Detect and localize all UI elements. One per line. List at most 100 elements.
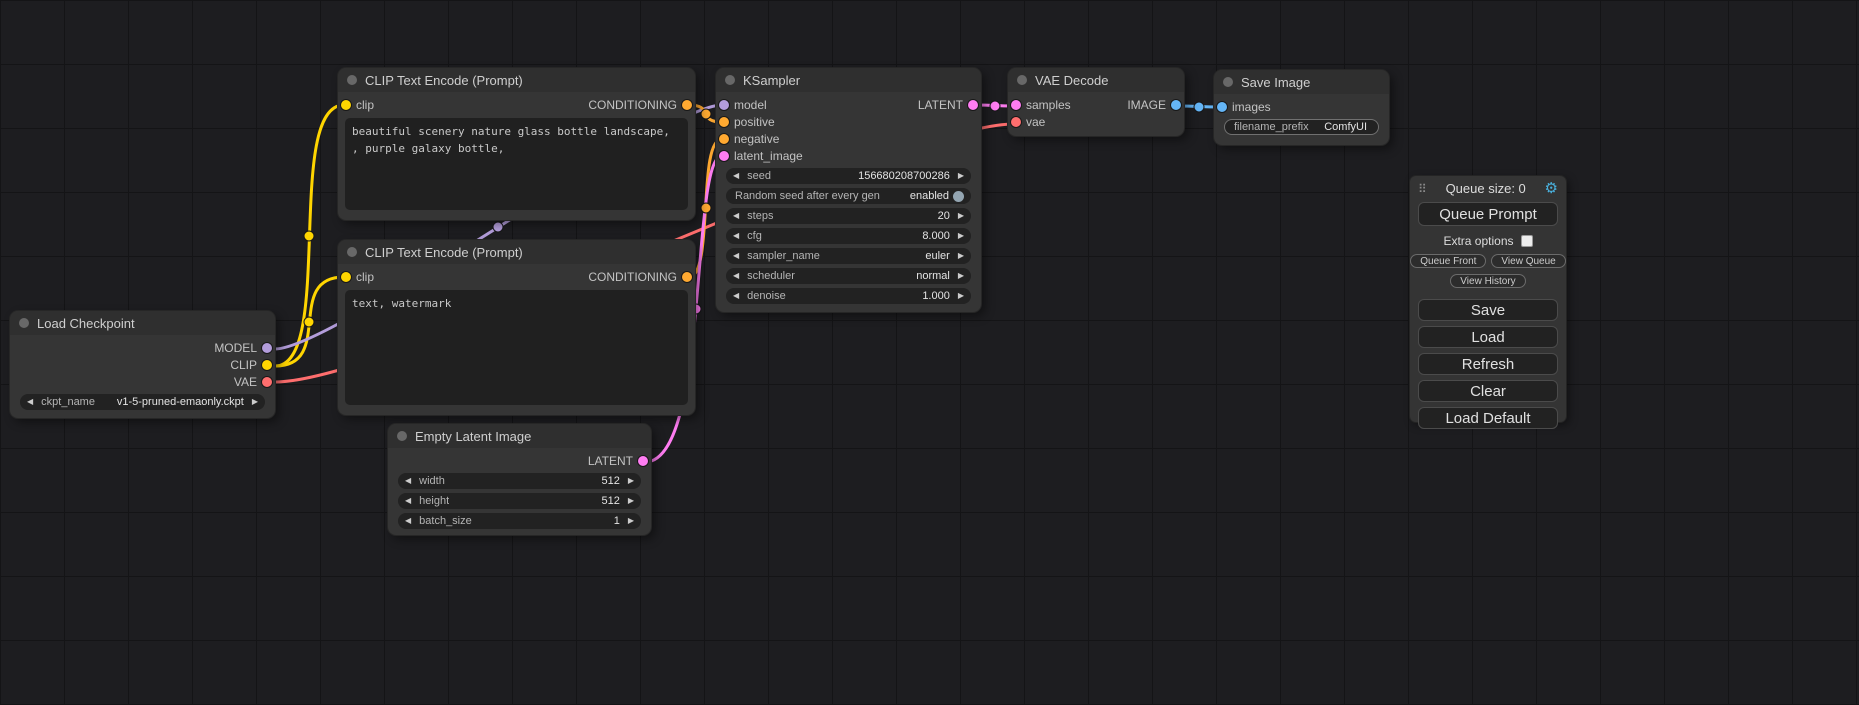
vae-output-dot[interactable] [262, 377, 272, 387]
input-port-negative[interactable]: negative [718, 132, 779, 146]
widget-filename-prefix[interactable]: filename_prefix ComfyUI [1224, 119, 1379, 135]
node-title-bar[interactable]: CLIP Text Encode (Prompt) [338, 68, 695, 92]
decrement-arrow-icon[interactable]: ◀ [733, 232, 739, 240]
collapse-dot-icon[interactable] [1223, 77, 1233, 87]
node-title-bar[interactable]: CLIP Text Encode (Prompt) [338, 240, 695, 264]
conditioning-output-dot[interactable] [682, 100, 692, 110]
queue-front-button[interactable]: Queue Front [1410, 254, 1486, 268]
drag-handle-icon[interactable]: ⠿ [1418, 182, 1427, 196]
view-queue-button[interactable]: View Queue [1491, 254, 1565, 268]
collapse-dot-icon[interactable] [397, 431, 407, 441]
node-ksampler[interactable]: KSampler model LATENT positive [716, 68, 981, 312]
widget-denoise[interactable]: ◀ denoise 1.000 ▶ [726, 288, 971, 304]
decrement-arrow-icon[interactable]: ◀ [405, 477, 411, 485]
queue-prompt-button[interactable]: Queue Prompt [1418, 202, 1558, 226]
input-port-model[interactable]: model [718, 98, 767, 112]
input-port-clip[interactable]: clip [340, 98, 374, 112]
output-port-conditioning[interactable]: CONDITIONING [588, 98, 693, 112]
load-default-button[interactable]: Load Default [1418, 407, 1558, 429]
input-port-clip[interactable]: clip [340, 270, 374, 284]
clear-button[interactable]: Clear [1418, 380, 1558, 402]
increment-arrow-icon[interactable]: ▶ [958, 232, 964, 240]
node-title-bar[interactable]: KSampler [716, 68, 981, 92]
save-button[interactable]: Save [1418, 299, 1558, 321]
widget-height[interactable]: ◀ height 512 ▶ [398, 493, 641, 509]
latent-output-dot[interactable] [968, 100, 978, 110]
increment-arrow-icon[interactable]: ▶ [958, 272, 964, 280]
decrement-arrow-icon[interactable]: ◀ [405, 497, 411, 505]
output-port-model[interactable]: MODEL [214, 341, 273, 355]
widget-scheduler[interactable]: ◀ scheduler normal ▶ [726, 268, 971, 284]
node-graph-canvas[interactable]: Load Checkpoint MODEL CLIP VAE [0, 0, 1859, 705]
widget-random-seed-toggle[interactable]: Random seed after every gen enabled [726, 188, 971, 204]
node-empty-latent-image[interactable]: Empty Latent Image LATENT ◀ width 512 ▶ … [388, 424, 651, 535]
model-output-dot[interactable] [262, 343, 272, 353]
increment-arrow-icon[interactable]: ▶ [958, 212, 964, 220]
node-title-bar[interactable]: Save Image [1214, 70, 1389, 94]
node-clip-text-encode-positive[interactable]: CLIP Text Encode (Prompt) clip CONDITION… [338, 68, 695, 220]
increment-arrow-icon[interactable]: ▶ [958, 172, 964, 180]
collapse-dot-icon[interactable] [19, 318, 29, 328]
output-port-latent[interactable]: LATENT [588, 454, 649, 468]
input-port-latent-image[interactable]: latent_image [718, 149, 803, 163]
increment-arrow-icon[interactable]: ▶ [628, 477, 634, 485]
widget-cfg[interactable]: ◀ cfg 8.000 ▶ [726, 228, 971, 244]
decrement-arrow-icon[interactable]: ◀ [733, 252, 739, 260]
input-port-images[interactable]: images [1216, 100, 1271, 114]
collapse-dot-icon[interactable] [1017, 75, 1027, 85]
refresh-button[interactable]: Refresh [1418, 353, 1558, 375]
increment-arrow-icon[interactable]: ▶ [628, 517, 634, 525]
output-port-conditioning[interactable]: CONDITIONING [588, 270, 693, 284]
output-port-latent[interactable]: LATENT [918, 98, 979, 112]
clip-output-dot[interactable] [262, 360, 272, 370]
negative-prompt-textarea[interactable]: text, watermark [345, 290, 688, 405]
latent-image-input-dot[interactable] [719, 151, 729, 161]
decrement-arrow-icon[interactable]: ◀ [733, 212, 739, 220]
view-history-button[interactable]: View History [1450, 274, 1525, 288]
node-save-image[interactable]: Save Image images filename_prefix ComfyU… [1214, 70, 1389, 145]
clip-input-dot[interactable] [341, 272, 351, 282]
increment-arrow-icon[interactable]: ▶ [252, 398, 258, 406]
settings-gear-icon[interactable]: ⚙ [1545, 181, 1558, 196]
node-vae-decode[interactable]: VAE Decode samples IMAGE vae [1008, 68, 1184, 136]
input-port-positive[interactable]: positive [718, 115, 775, 129]
widget-steps[interactable]: ◀ steps 20 ▶ [726, 208, 971, 224]
widget-batch-size[interactable]: ◀ batch_size 1 ▶ [398, 513, 641, 529]
image-output-dot[interactable] [1171, 100, 1181, 110]
decrement-arrow-icon[interactable]: ◀ [733, 292, 739, 300]
input-port-samples[interactable]: samples [1010, 98, 1071, 112]
decrement-arrow-icon[interactable]: ◀ [733, 272, 739, 280]
output-port-image[interactable]: IMAGE [1127, 98, 1182, 112]
model-input-dot[interactable] [719, 100, 729, 110]
decrement-arrow-icon[interactable]: ◀ [27, 398, 33, 406]
node-title-bar[interactable]: Empty Latent Image [388, 424, 651, 448]
images-input-dot[interactable] [1217, 102, 1227, 112]
increment-arrow-icon[interactable]: ▶ [958, 252, 964, 260]
collapse-dot-icon[interactable] [347, 247, 357, 257]
collapse-dot-icon[interactable] [347, 75, 357, 85]
collapse-dot-icon[interactable] [725, 75, 735, 85]
toggle-knob[interactable] [953, 191, 964, 202]
vae-input-dot[interactable] [1011, 117, 1021, 127]
positive-prompt-textarea[interactable]: beautiful scenery nature glass bottle la… [345, 118, 688, 210]
load-button[interactable]: Load [1418, 326, 1558, 348]
node-load-checkpoint[interactable]: Load Checkpoint MODEL CLIP VAE [10, 311, 275, 418]
samples-input-dot[interactable] [1011, 100, 1021, 110]
widget-sampler-name[interactable]: ◀ sampler_name euler ▶ [726, 248, 971, 264]
widget-ckpt-name[interactable]: ◀ ckpt_name v1-5-pruned-emaonly.ckpt ▶ [20, 394, 265, 410]
extra-options-checkbox[interactable] [1521, 235, 1533, 247]
negative-input-dot[interactable] [719, 134, 729, 144]
latent-output-dot[interactable] [638, 456, 648, 466]
clip-input-dot[interactable] [341, 100, 351, 110]
node-title-bar[interactable]: Load Checkpoint [10, 311, 275, 335]
output-port-clip[interactable]: CLIP [230, 358, 273, 372]
widget-width[interactable]: ◀ width 512 ▶ [398, 473, 641, 489]
node-title-bar[interactable]: VAE Decode [1008, 68, 1184, 92]
decrement-arrow-icon[interactable]: ◀ [733, 172, 739, 180]
input-port-vae[interactable]: vae [1010, 115, 1045, 129]
node-clip-text-encode-negative[interactable]: CLIP Text Encode (Prompt) clip CONDITION… [338, 240, 695, 415]
conditioning-output-dot[interactable] [682, 272, 692, 282]
increment-arrow-icon[interactable]: ▶ [958, 292, 964, 300]
increment-arrow-icon[interactable]: ▶ [628, 497, 634, 505]
positive-input-dot[interactable] [719, 117, 729, 127]
